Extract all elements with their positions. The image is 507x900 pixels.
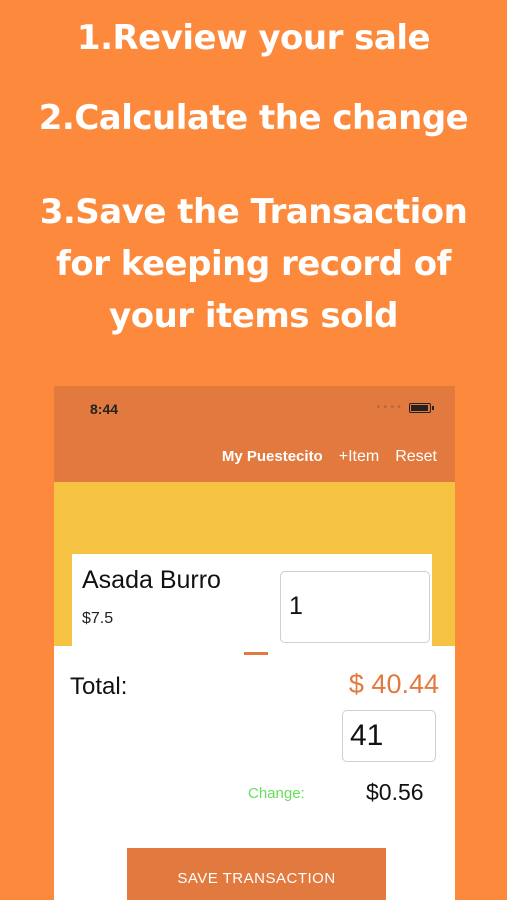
headline-calculate: 2.Calculate the change [38,98,469,138]
item-card[interactable]: Asada Burro $7.5 1 [72,554,432,646]
headline-save-line1: 3.Save the Transaction [39,192,468,232]
item-price: $7.5 [82,610,114,627]
headline-save-line3: your items sold [109,296,398,336]
reset-button[interactable]: Reset [395,448,437,466]
app-title: My Puestecito [221,448,323,465]
save-transaction-button[interactable]: SAVE TRANSACTION [127,848,386,900]
navigation-bar: 8:44 •••• My Puestecito +Item Reset [54,386,455,482]
total-label: Total: [70,673,128,700]
amount-paid-input[interactable]: 41 [342,710,436,762]
signal-icon: •••• [375,402,403,413]
headline-save-line2: for keeping record of [56,244,451,284]
headline-review: 1.Review your sale [76,18,431,58]
battery-icon [409,402,434,413]
nav-items: My Puestecito +Item Reset [222,448,437,466]
change-label: Change: [248,785,305,802]
total-value: $ 40.44 [348,669,439,699]
status-indicators: •••• [375,402,434,413]
add-item-button[interactable]: +Item [339,448,379,466]
headline-save: 3.Save the Transaction for keeping recor… [0,186,507,342]
page-indicator [244,652,268,655]
item-name: Asada Burro [82,566,221,594]
quantity-input[interactable]: 1 [280,571,430,643]
change-value: $0.56 [366,779,424,805]
phone-screen: 8:44 •••• My Puestecito +Item Reset Asad… [54,386,455,900]
status-time: 8:44 [90,401,119,417]
